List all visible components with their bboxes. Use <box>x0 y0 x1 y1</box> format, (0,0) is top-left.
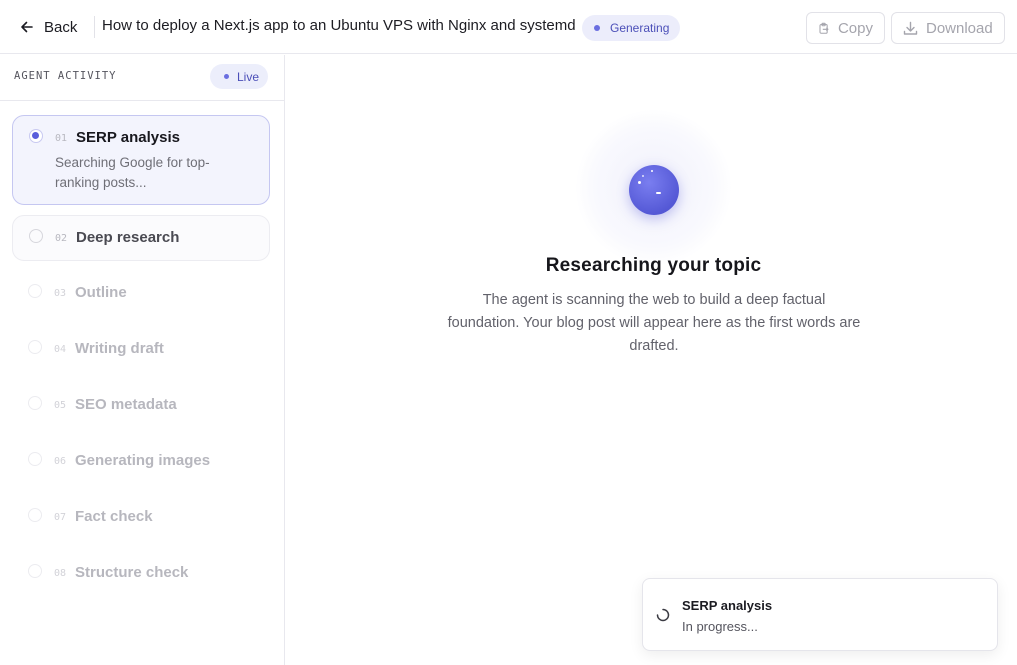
status-badge: Generating <box>582 15 681 41</box>
progress-toast: SERP analysis In progress... <box>642 578 998 651</box>
arrow-left-icon <box>21 21 33 33</box>
step-fact-check[interactable]: 07 Fact check <box>12 495 270 541</box>
step-number: 07 <box>54 512 67 523</box>
copy-button[interactable]: Copy <box>806 12 885 44</box>
agent-activity-sidebar: AGENT ACTIVITY Live 01 SERP analysis Sea… <box>0 55 285 665</box>
step-status-icon <box>28 284 42 298</box>
step-title: Structure check <box>75 564 189 581</box>
step-number: 06 <box>54 456 67 467</box>
step-generating-images[interactable]: 06 Generating images <box>12 439 270 485</box>
step-number: 02 <box>55 233 68 244</box>
step-structure-check[interactable]: 08 Structure check <box>12 551 270 597</box>
header-divider <box>94 16 95 38</box>
status-dot-icon <box>594 25 600 31</box>
step-status-icon <box>28 340 42 354</box>
step-status-icon <box>28 564 42 578</box>
status-heading: Researching your topic <box>545 255 762 276</box>
step-title: Outline <box>75 284 127 301</box>
download-icon <box>903 21 918 35</box>
page-title: How to deploy a Next.js app to an Ubuntu… <box>102 17 576 34</box>
step-number: 01 <box>55 133 68 144</box>
step-deep-research[interactable]: 02 Deep research <box>12 215 270 261</box>
step-outline[interactable]: 03 Outline <box>12 271 270 317</box>
back-label: Back <box>44 18 78 36</box>
step-number: 08 <box>54 568 67 579</box>
toast-subtitle: In progress... <box>682 619 758 634</box>
step-description: Searching Google for top-ranking posts..… <box>55 155 210 190</box>
live-badge-label: Live <box>237 69 260 84</box>
spinner-icon <box>656 608 670 622</box>
status-description: The agent is scanning the web to build a… <box>447 292 861 354</box>
top-bar: Back How to deploy a Next.js app to an U… <box>0 0 1017 54</box>
step-title: SEO metadata <box>75 396 177 413</box>
step-title: Deep research <box>76 229 180 246</box>
step-status-icon <box>29 229 43 243</box>
step-number: 04 <box>54 344 67 355</box>
download-button[interactable]: Download <box>891 12 1005 44</box>
live-badge: Live <box>210 64 268 89</box>
step-serp-analysis[interactable]: 01 SERP analysis Searching Google for to… <box>12 115 270 205</box>
step-title: Writing draft <box>75 340 164 357</box>
step-title: SERP analysis <box>76 129 180 146</box>
step-status-icon <box>28 452 42 466</box>
step-writing-draft[interactable]: 04 Writing draft <box>12 327 270 373</box>
step-number: 03 <box>54 288 67 299</box>
clipboard-icon <box>819 22 829 34</box>
sidebar-heading: AGENT ACTIVITY <box>14 70 117 82</box>
step-number: 05 <box>54 400 67 411</box>
back-button[interactable]: Back <box>12 12 85 42</box>
sidebar-header: AGENT ACTIVITY Live <box>0 55 284 101</box>
step-seo-metadata[interactable]: 05 SEO metadata <box>12 383 270 429</box>
main-content: Researching your topic The agent is scan… <box>286 55 1017 665</box>
status-badge-label: Generating <box>610 21 670 35</box>
step-status-icon <box>28 508 42 522</box>
download-label: Download <box>926 19 993 37</box>
research-orb-icon <box>629 165 679 215</box>
live-dot-icon <box>224 74 229 79</box>
step-title: Fact check <box>75 508 153 525</box>
step-status-icon <box>29 129 43 143</box>
step-status-icon <box>28 396 42 410</box>
copy-label: Copy <box>837 19 873 37</box>
step-title: Generating images <box>75 452 211 469</box>
toast-title: SERP analysis <box>682 598 773 613</box>
